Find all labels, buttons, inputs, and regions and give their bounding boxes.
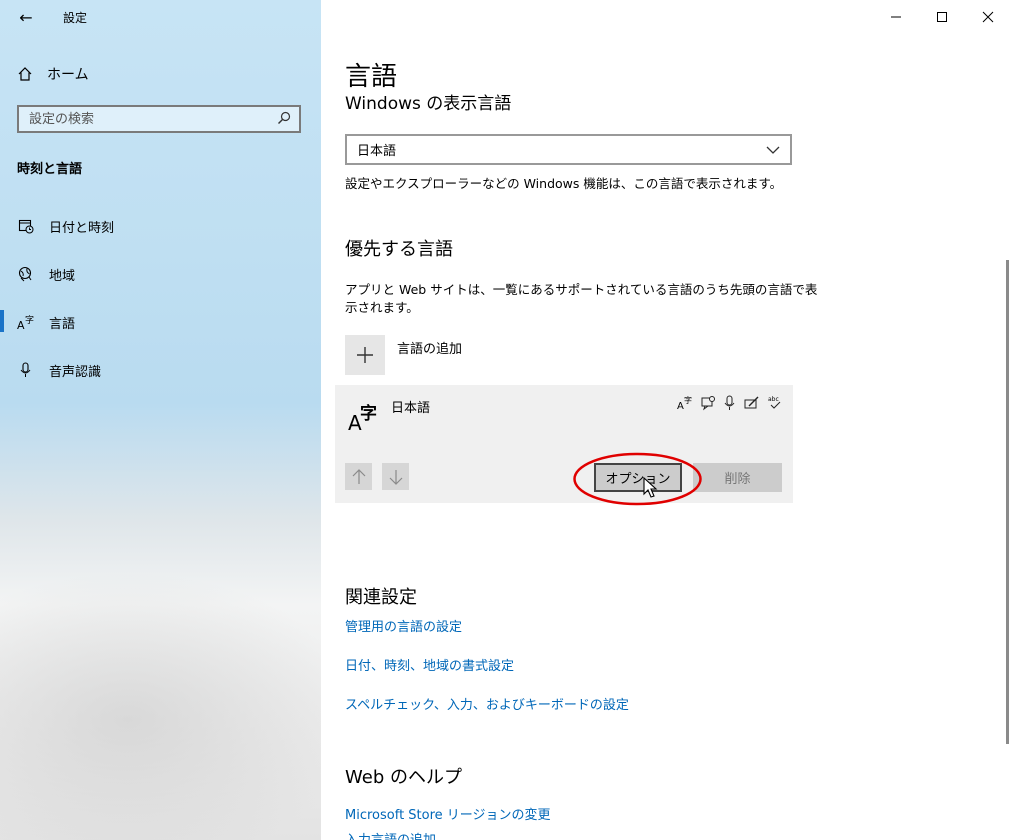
chevron-down-icon (766, 146, 780, 154)
scrollbar[interactable] (1006, 260, 1009, 744)
arrow-up-icon (352, 468, 365, 484)
microphone-icon (724, 395, 735, 410)
search-input[interactable] (19, 107, 269, 131)
calendar-clock-icon (17, 218, 35, 234)
microphone-icon (17, 362, 35, 378)
svg-text:A: A (17, 319, 25, 330)
language-features: A 字 abc (677, 395, 783, 411)
mouse-cursor-icon (643, 477, 658, 498)
display-language-description: 設定やエクスプローラーなどの Windows 機能は、この言語で表示されます。 (345, 176, 783, 191)
sidebar-section-title: 時刻と言語 (17, 162, 83, 177)
close-icon (982, 11, 994, 23)
sidebar-item-speech[interactable]: 音声認識 (17, 358, 101, 382)
main-content: 言語 Windows の表示言語 日本語 設定やエクスプローラーなどの Wind… (321, 0, 1012, 840)
link-date-time-region-format[interactable]: 日付、時刻、地域の書式設定 (345, 655, 514, 674)
sidebar-item-region[interactable]: 地域 (17, 262, 75, 286)
web-help-heading: Web のヘルプ (345, 767, 462, 788)
preferred-desc-line-1: アプリと Web サイトは、一覧にあるサポートされている言語のうち先頭の言語で表 (345, 282, 818, 297)
preferred-languages-description: アプリと Web サイトは、一覧にあるサポートされている言語のうち先頭の言語で表… (345, 281, 817, 317)
app-title: 設定 (63, 11, 88, 25)
sidebar-item-date-time[interactable]: 日付と時刻 (17, 214, 114, 238)
sidebar-item-language[interactable]: A 字 言語 (17, 310, 75, 334)
link-spelling-typing-keyboard[interactable]: スペルチェック、入力、およびキーボードの設定 (345, 694, 629, 713)
sidebar-item-label: 音声認識 (49, 364, 102, 380)
move-up-button[interactable] (345, 463, 372, 490)
arrow-down-icon (389, 469, 402, 485)
link-add-input-language[interactable]: 入力言語の追加 (345, 829, 436, 840)
sidebar-item-label: 日付と時刻 (49, 220, 115, 236)
move-down-button[interactable] (382, 463, 409, 490)
display-language-value: 日本語 (357, 144, 397, 159)
preferred-languages-heading: 優先する言語 (345, 239, 453, 260)
language-item-japanese[interactable]: A 字 日本語 A 字 abc オプション 削除 (335, 385, 793, 506)
sidebar-item-label: 地域 (49, 268, 76, 284)
display-language-select[interactable]: 日本語 (345, 134, 792, 165)
svg-text:字: 字 (25, 314, 34, 326)
search-icon (278, 111, 291, 124)
link-admin-language-settings[interactable]: 管理用の言語の設定 (345, 616, 462, 635)
active-indicator (0, 310, 4, 332)
sidebar: ← 設定 ホーム 時刻と言語 日付と時刻 (0, 0, 321, 840)
background-haze (0, 560, 321, 840)
sidebar-item-label: 言語 (49, 316, 76, 332)
back-button[interactable]: ← (14, 6, 38, 28)
home-icon (18, 67, 32, 81)
highlight-ellipse (573, 452, 702, 506)
preferred-desc-line-2: 示されます。 (345, 300, 419, 315)
handwriting-icon (744, 396, 759, 409)
plus-icon (345, 335, 385, 375)
add-language-button[interactable]: 言語の追加 (345, 335, 462, 375)
svg-text:字: 字 (684, 395, 692, 405)
language-glyph-icon: A 字 (348, 404, 377, 435)
display-language-icon: A 字 (677, 395, 692, 411)
language-name: 日本語 (391, 401, 431, 416)
add-language-label: 言語の追加 (397, 342, 463, 357)
maximize-icon (937, 12, 947, 22)
close-button[interactable] (965, 0, 1011, 34)
nav-home[interactable]: ホーム (17, 62, 89, 86)
search-box[interactable] (17, 105, 301, 133)
page-title: 言語 (345, 62, 398, 92)
globe-icon (17, 266, 35, 282)
back-arrow-icon: ← (19, 7, 33, 27)
remove-button[interactable]: 削除 (693, 463, 782, 492)
maximize-button[interactable] (919, 0, 965, 34)
svg-text:A: A (677, 401, 684, 411)
spellcheck-icon: abc (768, 396, 781, 409)
display-language-heading: Windows の表示言語 (345, 94, 512, 111)
related-settings-heading: 関連設定 (345, 587, 417, 608)
speech-icon (701, 396, 715, 411)
svg-text:abc: abc (768, 396, 779, 403)
link-change-store-region[interactable]: Microsoft Store リージョンの変更 (345, 804, 551, 823)
minimize-icon (891, 16, 901, 18)
language-icon: A 字 (17, 314, 35, 330)
nav-home-label: ホーム (47, 67, 89, 83)
minimize-button[interactable] (873, 0, 919, 34)
